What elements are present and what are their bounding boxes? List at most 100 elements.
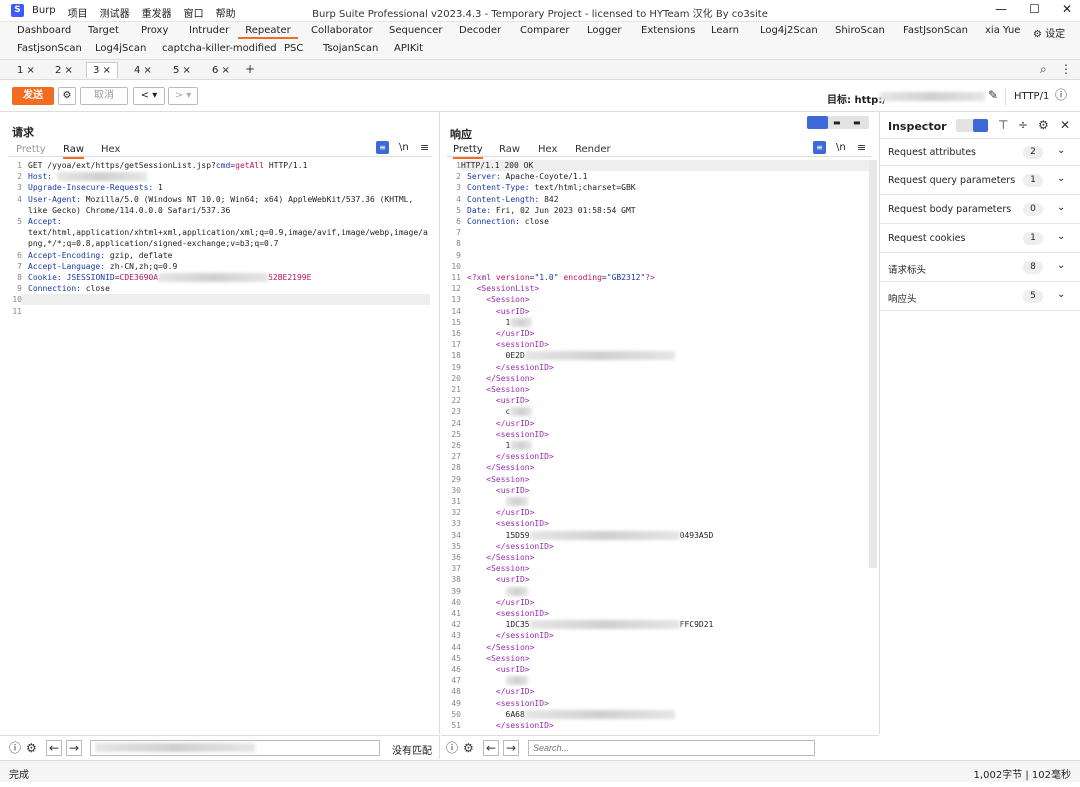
tab-repeater[interactable]: Repeater — [238, 25, 298, 39]
response-line: </sessionID> — [467, 362, 554, 372]
response-tab-raw[interactable]: Raw — [499, 144, 520, 155]
request-tab-pretty[interactable]: Pretty — [16, 144, 46, 155]
maximize-button[interactable]: ☐ — [1029, 2, 1040, 16]
help-icon[interactable]: ⓘ — [446, 741, 458, 755]
cancel-button[interactable]: 取消 — [80, 87, 128, 105]
inspector-row-query-params[interactable]: Request query parameters 1 ⌄ — [880, 167, 1080, 195]
tab-tsojanscan[interactable]: TsojanScan — [323, 43, 378, 54]
tab-learn[interactable]: Learn — [711, 25, 739, 36]
close-icon[interactable]: ✕ — [1060, 118, 1070, 132]
next-match-icon[interactable]: → — [66, 740, 82, 756]
menu-icon[interactable]: ≡ — [857, 141, 866, 154]
inspector-row-request-headers[interactable]: 请求标头 8 ⌄ — [880, 254, 1080, 282]
settings-button[interactable]: ⚙ 设定 — [1033, 25, 1065, 40]
repeater-tab-1[interactable]: 1 × — [10, 62, 42, 78]
line-number: 41 — [451, 609, 461, 618]
line-number: 12 — [451, 284, 461, 294]
forward-button[interactable]: > ▾ — [168, 87, 198, 105]
tab-fastjsonscan-2[interactable]: FastjsonScan — [17, 43, 82, 54]
close-window-button[interactable]: ✕ — [1062, 2, 1072, 16]
inspector-row-body-params[interactable]: Request body parameters 0 ⌄ — [880, 196, 1080, 224]
tab-intruder[interactable]: Intruder — [189, 25, 229, 36]
newline-toggle-icon[interactable]: \n — [836, 142, 846, 153]
repeater-tab-3[interactable]: 3 × — [86, 62, 118, 78]
tab-dashboard[interactable]: Dashboard — [17, 25, 71, 36]
layout-tabs-icon[interactable]: ▬ — [853, 118, 861, 127]
response-line: 15D59 0493A5D — [467, 530, 714, 540]
repeater-tab-4[interactable]: 4 × — [127, 62, 159, 78]
back-button[interactable]: < ▾ — [133, 87, 165, 105]
send-settings-button[interactable]: ⚙ — [58, 87, 76, 105]
tab-apikit[interactable]: APIKit — [394, 43, 423, 54]
response-stats: 1,002字节 | 102毫秒 — [973, 770, 1071, 781]
tab-comparer[interactable]: Comparer — [520, 25, 569, 36]
line-number: 46 — [451, 665, 461, 674]
tab-target[interactable]: Target — [88, 25, 119, 36]
response-scrollbar[interactable] — [869, 160, 877, 568]
inspector-layout-toggle[interactable] — [956, 119, 988, 132]
response-line: <Session> — [467, 653, 530, 663]
repeater-tab-6[interactable]: 6 × — [205, 62, 237, 78]
next-match-icon[interactable]: → — [503, 740, 519, 756]
response-line: 6A68 — [467, 709, 675, 720]
help-icon[interactable]: ⓘ — [9, 741, 21, 755]
search-icon[interactable]: ⌕ — [1040, 62, 1047, 76]
count-badge: 5 — [1023, 290, 1043, 303]
line-number: 11 — [451, 273, 461, 282]
minimize-button[interactable]: — — [995, 2, 1007, 16]
tab-logger[interactable]: Logger — [587, 25, 621, 36]
tab-xia-yue[interactable]: xia Yue — [985, 25, 1020, 36]
previous-match-icon[interactable]: ← — [483, 740, 499, 756]
request-search-input[interactable] — [90, 740, 380, 756]
line-number: 24 — [451, 418, 461, 428]
tab-proxy[interactable]: Proxy — [141, 25, 168, 36]
response-line: <sessionID> — [467, 609, 549, 618]
inspector-row-request-attributes[interactable]: Request attributes 2 ⌄ — [880, 138, 1080, 166]
add-tab-icon[interactable]: + — [245, 62, 255, 76]
align-top-icon[interactable]: ⊤ — [998, 118, 1008, 132]
send-button[interactable]: 发送 — [12, 87, 54, 105]
gear-icon[interactable]: ⚙ — [463, 741, 474, 755]
response-line: 1 — [467, 440, 533, 451]
line-number: 19 — [451, 362, 461, 372]
tab-log4j2scan[interactable]: Log4j2Scan — [760, 25, 818, 36]
response-search-input[interactable] — [528, 740, 815, 756]
edit-target-icon[interactable]: ✎ — [988, 88, 998, 102]
tab-collaborator[interactable]: Collaborator — [311, 25, 373, 36]
more-options-icon[interactable]: ⋮ — [1060, 62, 1072, 76]
title-bar: S Burp 项目 测试器 重发器 窗口 帮助 Burp Suite Profe… — [0, 0, 1080, 22]
status-bar: 完成 1,002字节 | 102毫秒 — [0, 760, 1080, 782]
message-actions-icon[interactable]: ≡ — [813, 141, 826, 154]
help-icon[interactable]: ⓘ — [1055, 88, 1067, 102]
menu-icon[interactable]: ≡ — [420, 141, 429, 154]
request-tab-hex[interactable]: Hex — [101, 144, 120, 155]
split-icon[interactable]: ÷ — [1018, 118, 1028, 132]
inspector-row-response-headers[interactable]: 响应头 5 ⌄ — [880, 283, 1080, 311]
tab-shiroscan[interactable]: ShiroScan — [835, 25, 885, 36]
http-version[interactable]: HTTP/1 — [1014, 91, 1049, 102]
layout-side-by-side-icon[interactable] — [807, 116, 828, 129]
gear-icon[interactable]: ⚙ — [26, 741, 37, 755]
tab-decoder[interactable]: Decoder — [459, 25, 501, 36]
tab-captcha-killer[interactable]: captcha-killer-modified — [162, 43, 277, 54]
response-editor[interactable]: 1 HTTP/1.1 200 OK 2 Server: Apache-Coyote/1… — [445, 160, 871, 734]
response-line: </Session> — [467, 642, 535, 652]
response-tab-render[interactable]: Render — [575, 144, 611, 155]
line-number: 7 — [456, 228, 461, 238]
tab-sequencer[interactable]: Sequencer — [389, 25, 442, 36]
tab-log4jscan[interactable]: Log4jScan — [95, 43, 146, 54]
tab-psc[interactable]: PSC — [284, 43, 303, 54]
response-tab-hex[interactable]: Hex — [538, 144, 557, 155]
tab-extensions[interactable]: Extensions — [641, 25, 695, 36]
message-actions-icon[interactable]: ≡ — [376, 141, 389, 154]
repeater-tab-5[interactable]: 5 × — [166, 62, 198, 78]
tab-fastjsonscan[interactable]: FastJsonScan — [903, 25, 968, 36]
newline-toggle-icon[interactable]: \n — [399, 142, 409, 153]
inspector-row-cookies[interactable]: Request cookies 1 ⌄ — [880, 225, 1080, 253]
previous-match-icon[interactable]: ← — [46, 740, 62, 756]
layout-stacked-icon[interactable]: ▬ — [833, 118, 841, 127]
gear-icon[interactable]: ⚙ — [1038, 118, 1049, 132]
response-line: </Session> — [467, 373, 535, 383]
request-editor[interactable]: 1 GET /yyoa/ext/https/getSessionList.jsp?… — [6, 160, 434, 350]
repeater-tab-2[interactable]: 2 × — [48, 62, 80, 78]
